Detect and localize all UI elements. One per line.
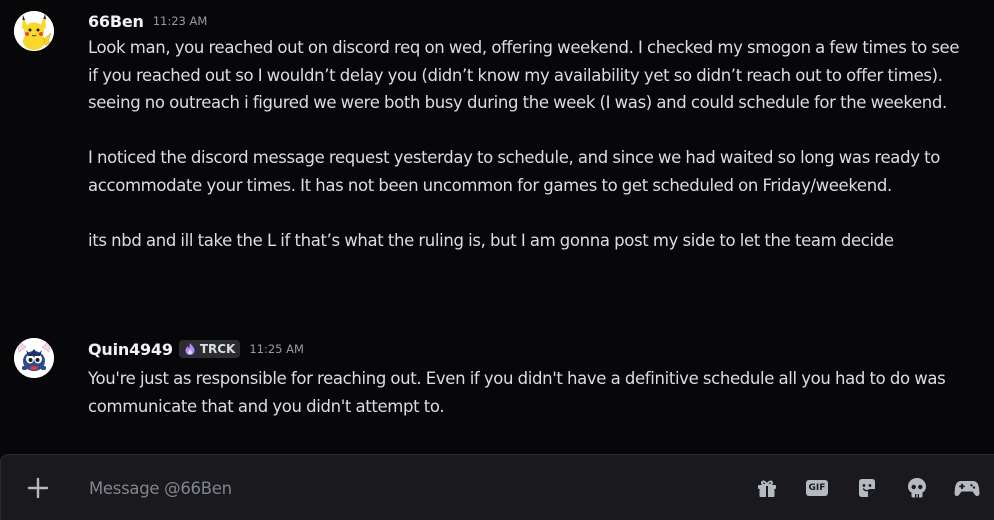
message-paragraph: its nbd and ill take the L if that’s wha… (88, 231, 894, 251)
upload-button[interactable] (23, 473, 53, 503)
emoji-button[interactable] (904, 476, 930, 500)
sticker-button[interactable] (854, 476, 880, 500)
user-avatar[interactable] (14, 11, 54, 51)
message-input[interactable] (81, 471, 737, 505)
gamepad-icon (954, 481, 980, 496)
flame-icon (185, 343, 195, 355)
user-avatar[interactable] (14, 338, 54, 378)
message-header: 66Ben 11:23 AM (88, 10, 207, 32)
gif-icon: GIF (806, 480, 828, 496)
gift-button[interactable] (754, 476, 780, 500)
emoji-icon (908, 478, 926, 498)
message-paragraph: I noticed the discord message request ye… (88, 148, 940, 195)
server-tag-label: TRCK (199, 342, 236, 356)
username[interactable]: 66Ben (88, 12, 144, 31)
gift-icon (758, 480, 776, 497)
message-paragraph: You're just as responsible for reaching … (88, 369, 946, 416)
timestamp[interactable]: 11:23 AM (153, 14, 208, 28)
server-tag-badge[interactable]: TRCK (178, 340, 241, 358)
pikachu-avatar-icon (14, 11, 54, 51)
message-composer: GIF (0, 454, 994, 520)
timestamp[interactable]: 11:25 AM (249, 342, 304, 356)
pokemon-avatar-icon (14, 338, 54, 378)
message-paragraph: Look man, you reached out on discord req… (88, 38, 960, 113)
gif-button[interactable]: GIF (804, 476, 830, 500)
plus-icon (27, 477, 49, 499)
message-content: You're just as responsible for reaching … (88, 365, 973, 420)
dm-chat: 66Ben 11:23 AM Look man, you reached out… (0, 0, 994, 520)
message-content: Look man, you reached out on discord req… (88, 34, 973, 255)
apps-button[interactable] (954, 476, 980, 500)
message-header: Quin4949 TRCK 11:25 AM (88, 338, 304, 360)
sticker-icon (859, 479, 875, 497)
username[interactable]: Quin4949 (88, 340, 173, 359)
